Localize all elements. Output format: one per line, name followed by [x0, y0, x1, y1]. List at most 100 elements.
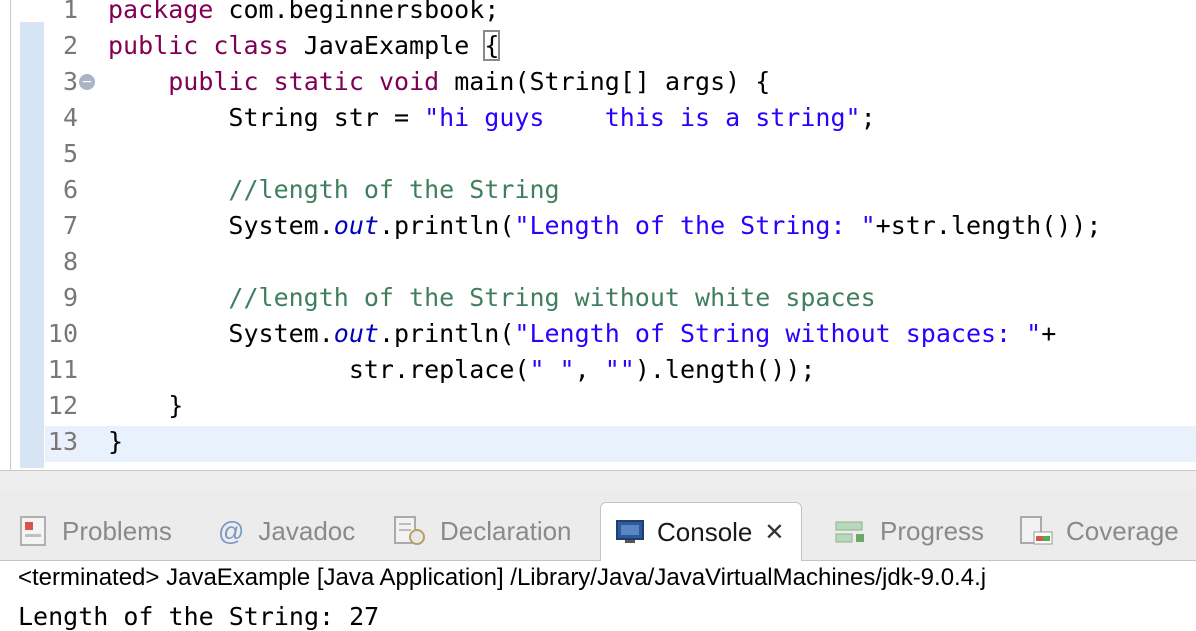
tab-label: Progress: [880, 515, 985, 546]
code-token: ).length());: [634, 355, 816, 384]
tab-declaration[interactable]: Declaration: [392, 502, 572, 560]
code-line[interactable]: 3− public static void main(String[] args…: [0, 64, 1196, 100]
code-token: out: [333, 211, 379, 240]
fold-collapse-icon[interactable]: −: [79, 74, 95, 90]
tab-label: Declaration: [440, 515, 572, 546]
editor-bottom-bar: [0, 470, 1196, 491]
line-number: 8: [62, 247, 78, 276]
javadoc-icon: @: [218, 515, 245, 546]
code-token: .println(: [378, 211, 515, 240]
views-panel: Problems @ Javadoc Declaration Console ✕: [0, 490, 1196, 631]
code-token: ,: [574, 355, 605, 384]
code-token: }: [108, 391, 184, 420]
code-line[interactable]: 1 package com.beginnersbook;: [0, 0, 1196, 28]
code-token: void: [378, 67, 440, 96]
console-output[interactable]: Length of the String: 27: [18, 602, 379, 631]
code-token: +str.length());: [875, 211, 1102, 240]
line-number: 10: [47, 319, 78, 348]
console-status: <terminated> JavaExample [Java Applicati…: [18, 564, 987, 591]
code-text: }: [108, 388, 183, 424]
line-number: 3: [62, 67, 78, 96]
code-token: class: [213, 31, 289, 60]
code-line[interactable]: 8: [0, 244, 1196, 280]
tab-label: Coverage: [1066, 515, 1179, 546]
code-line[interactable]: 7 System.out.println("Length of the Stri…: [0, 208, 1196, 244]
line-number: 11: [47, 355, 78, 384]
code-text: System.out.println("Length of String wit…: [108, 316, 1056, 352]
tab-label: Javadoc: [258, 515, 356, 546]
tab-problems[interactable]: Problems: [18, 502, 172, 560]
code-line[interactable]: 2 public class JavaExample {: [0, 28, 1196, 64]
code-text: }: [108, 424, 123, 460]
code-text: package com.beginnersbook;: [108, 0, 499, 28]
line-number: 2: [62, 31, 78, 60]
code-token: }: [108, 427, 124, 456]
code-token: "Length of String without spaces: ": [514, 319, 1042, 348]
close-icon[interactable]: ✕: [764, 518, 784, 547]
code-editor[interactable]: 1 package com.beginnersbook; 2 public class…: [0, 0, 1196, 470]
line-number: 13: [47, 427, 78, 456]
code-token: " ": [529, 355, 575, 384]
line-number: 12: [47, 391, 78, 420]
code-token: System.: [108, 319, 334, 348]
code-line[interactable]: 6 //length of the String: [0, 172, 1196, 208]
code-token: "": [604, 355, 635, 384]
code-text: //length of the String without white spa…: [108, 280, 876, 316]
code-token: String str =: [108, 103, 425, 132]
code-line[interactable]: 9 //length of the String without white s…: [0, 280, 1196, 316]
tab-label: Problems: [62, 515, 172, 546]
code-line[interactable]: 11 str.replace(" ", "").length());: [0, 352, 1196, 388]
code-token: str.replace(: [108, 355, 530, 384]
code-token: com.beginnersbook;: [213, 0, 500, 24]
line-number: 4: [62, 103, 78, 132]
code-token: package: [108, 0, 214, 24]
tab-javadoc[interactable]: @ Javadoc: [218, 502, 355, 560]
console-icon: [616, 520, 644, 543]
line-number: 1: [62, 0, 78, 24]
line-number: 9: [62, 283, 78, 312]
code-text: //length of the String: [108, 172, 560, 208]
code-text: public static void main(String[] args) {: [108, 64, 770, 100]
code-token: +: [1041, 319, 1057, 348]
code-line[interactable]: 13}: [0, 424, 1196, 460]
code-token: //length of the String without white spa…: [228, 283, 876, 312]
code-line[interactable]: 10 System.out.println("Length of String …: [0, 316, 1196, 352]
tab-progress[interactable]: Progress: [834, 502, 984, 560]
code-text: public class JavaExample {: [108, 28, 501, 64]
code-line[interactable]: 5: [0, 136, 1196, 172]
code-token: public: [108, 31, 199, 60]
code-token: System.: [108, 211, 334, 240]
problems-icon: [20, 516, 46, 546]
code-token: .println(: [378, 319, 515, 348]
tab-coverage[interactable]: Coverage: [1018, 502, 1179, 560]
line-number: 6: [62, 175, 78, 204]
code-text: System.out.println("Length of the String…: [108, 208, 1101, 244]
code-text: str.replace(" ", "").length());: [108, 352, 816, 388]
tab-label: Console: [657, 516, 753, 547]
code-token: //length of the String: [228, 175, 560, 204]
code-token: out: [333, 319, 379, 348]
line-number: 7: [62, 211, 78, 240]
declaration-icon: [394, 516, 425, 545]
views-tab-bar: Problems @ Javadoc Declaration Console ✕: [0, 490, 1196, 561]
code-token: static: [273, 67, 364, 96]
code-token: JavaExample: [288, 31, 485, 60]
tab-console[interactable]: Console ✕: [600, 502, 802, 561]
code-token: "Length of the String: ": [514, 211, 876, 240]
progress-icon: [835, 521, 864, 543]
code-token: main(String[] args) {: [439, 67, 771, 96]
line-number: 5: [62, 139, 78, 168]
code-token: ;: [860, 103, 876, 132]
code-token: "hi guys this is a string": [424, 103, 861, 132]
code-line[interactable]: 12 }: [0, 388, 1196, 424]
code-text: String str = "hi guys this is a string";: [108, 100, 876, 136]
code-line[interactable]: 4 String str = "hi guys this is a string…: [0, 100, 1196, 136]
matching-brace: {: [483, 30, 501, 61]
code-token: public: [168, 67, 259, 96]
